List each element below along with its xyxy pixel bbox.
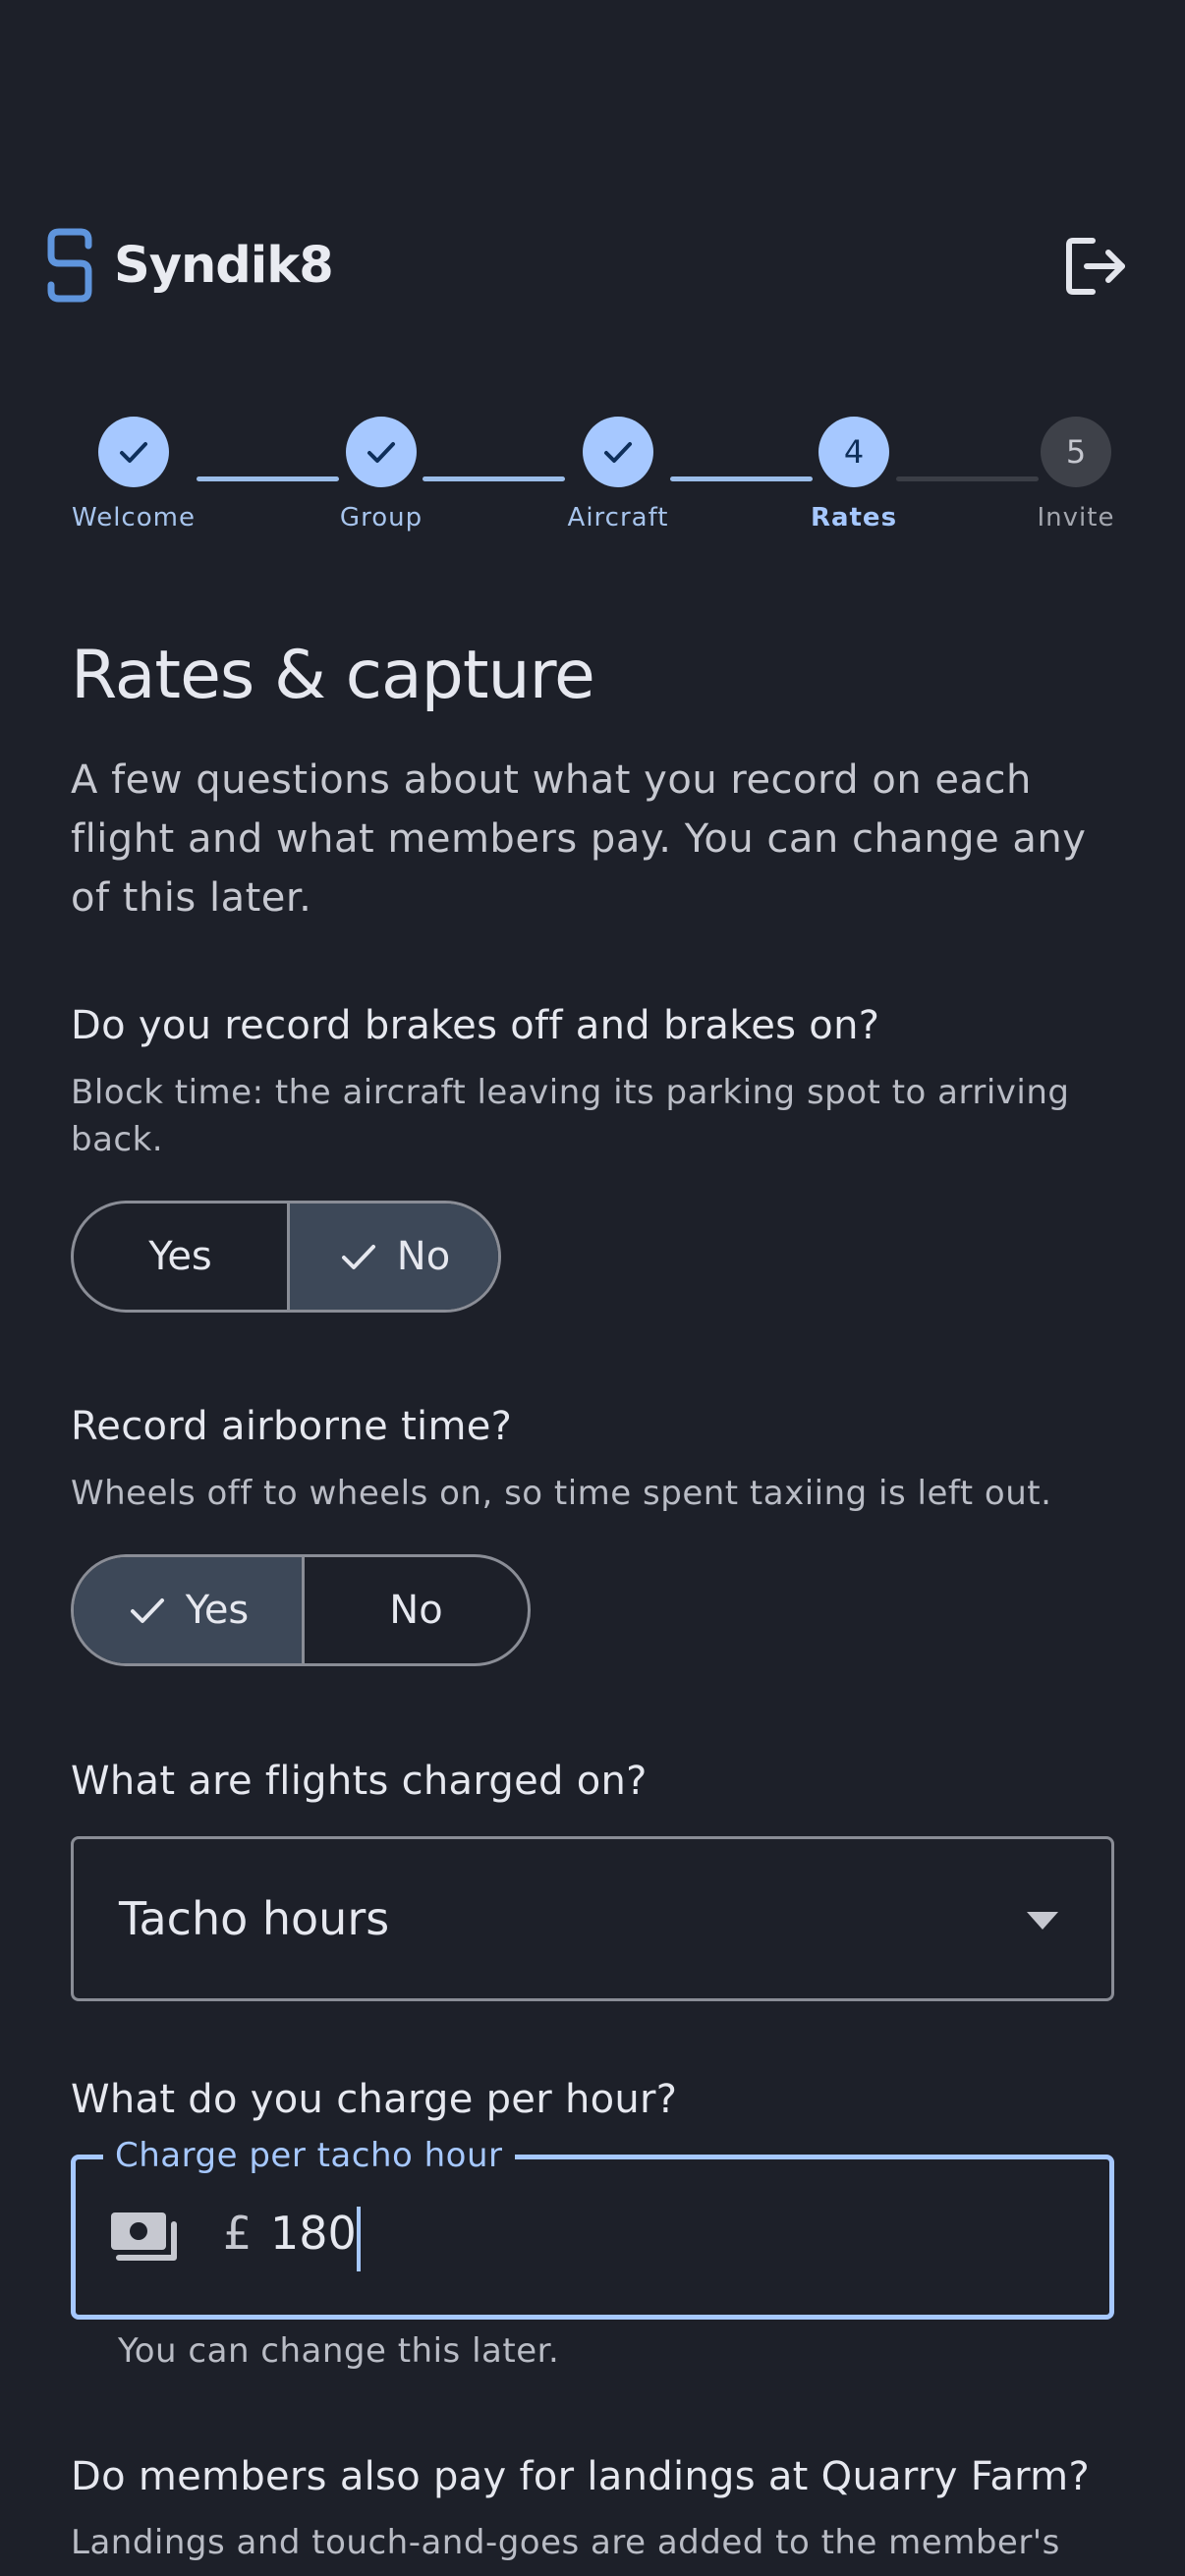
brakes-toggle: Yes No <box>71 1201 501 1313</box>
cash-icon <box>111 2212 177 2261</box>
option-label: Yes <box>185 1588 250 1633</box>
page-intro: A few questions about what you record on… <box>71 757 1087 921</box>
check-icon <box>341 1245 375 1269</box>
logout-icon[interactable] <box>1063 235 1130 298</box>
step-rates[interactable]: 4 Rates <box>785 417 923 532</box>
app-header: Syndik8 <box>47 221 1138 309</box>
field-label: Charge per tacho hour <box>103 2136 515 2175</box>
dropdown-arrow-icon <box>1027 1912 1058 1930</box>
airborne-no-option[interactable]: No <box>302 1557 528 1663</box>
step-number: 4 <box>818 417 889 487</box>
charge-supporting-text: You can change this later. <box>118 2331 560 2371</box>
charge-input-value[interactable]: 180 <box>270 2207 357 2260</box>
charged-on-select[interactable]: Tacho hours <box>71 1836 1114 2001</box>
check-icon <box>130 1598 164 1623</box>
option-label: No <box>389 1588 443 1633</box>
step-number: 5 <box>1041 417 1111 487</box>
step-group[interactable]: Group <box>312 417 450 532</box>
text-cursor <box>357 2207 361 2271</box>
app-name: Syndik8 <box>114 236 334 295</box>
check-icon <box>583 417 653 487</box>
step-aircraft[interactable]: Aircraft <box>549 417 687 532</box>
check-icon <box>98 417 169 487</box>
airborne-question: Record airborne time? <box>71 1404 513 1449</box>
page-title: Rates & capture <box>71 637 595 714</box>
syndik8-logo-icon <box>47 228 92 303</box>
step-label: Aircraft <box>567 503 669 532</box>
select-value: Tacho hours <box>119 1892 390 1945</box>
step-welcome[interactable]: Welcome <box>65 417 202 532</box>
progress-stepper: Welcome Group Aircraft 4 Rates 5 Invite <box>47 417 1138 544</box>
step-label: Welcome <box>72 503 196 532</box>
charged-on-question: What are flights charged on? <box>71 1759 648 1804</box>
airborne-help: Wheels off to wheels on, so time spent t… <box>71 1474 1052 1513</box>
option-label: No <box>396 1234 451 1279</box>
brakes-yes-option[interactable]: Yes <box>74 1204 287 1310</box>
charge-question: What do you charge per hour? <box>71 2077 678 2122</box>
brakes-question: Do you record brakes off and brakes on? <box>71 1003 880 1048</box>
step-label: Rates <box>810 503 898 532</box>
airborne-toggle: Yes No <box>71 1554 531 1666</box>
landings-question: Do members also pay for landings at Quar… <box>71 2454 1090 2499</box>
airborne-yes-option[interactable]: Yes <box>74 1557 302 1663</box>
brakes-help: Block time: the aircraft leaving its par… <box>71 1073 1070 1159</box>
currency-prefix: £ <box>223 2207 253 2260</box>
charge-per-hour-field[interactable]: Charge per tacho hour £ 180 <box>71 2136 1114 2320</box>
step-invite[interactable]: 5 Invite <box>1007 417 1145 532</box>
step-label: Group <box>339 503 423 532</box>
option-label: Yes <box>148 1234 212 1279</box>
brakes-no-option[interactable]: No <box>287 1204 498 1310</box>
step-label: Invite <box>1037 503 1115 532</box>
landings-help: Landings and touch-and-goes are added to… <box>71 2523 1060 2562</box>
app-logo: Syndik8 <box>47 226 334 305</box>
check-icon <box>346 417 417 487</box>
